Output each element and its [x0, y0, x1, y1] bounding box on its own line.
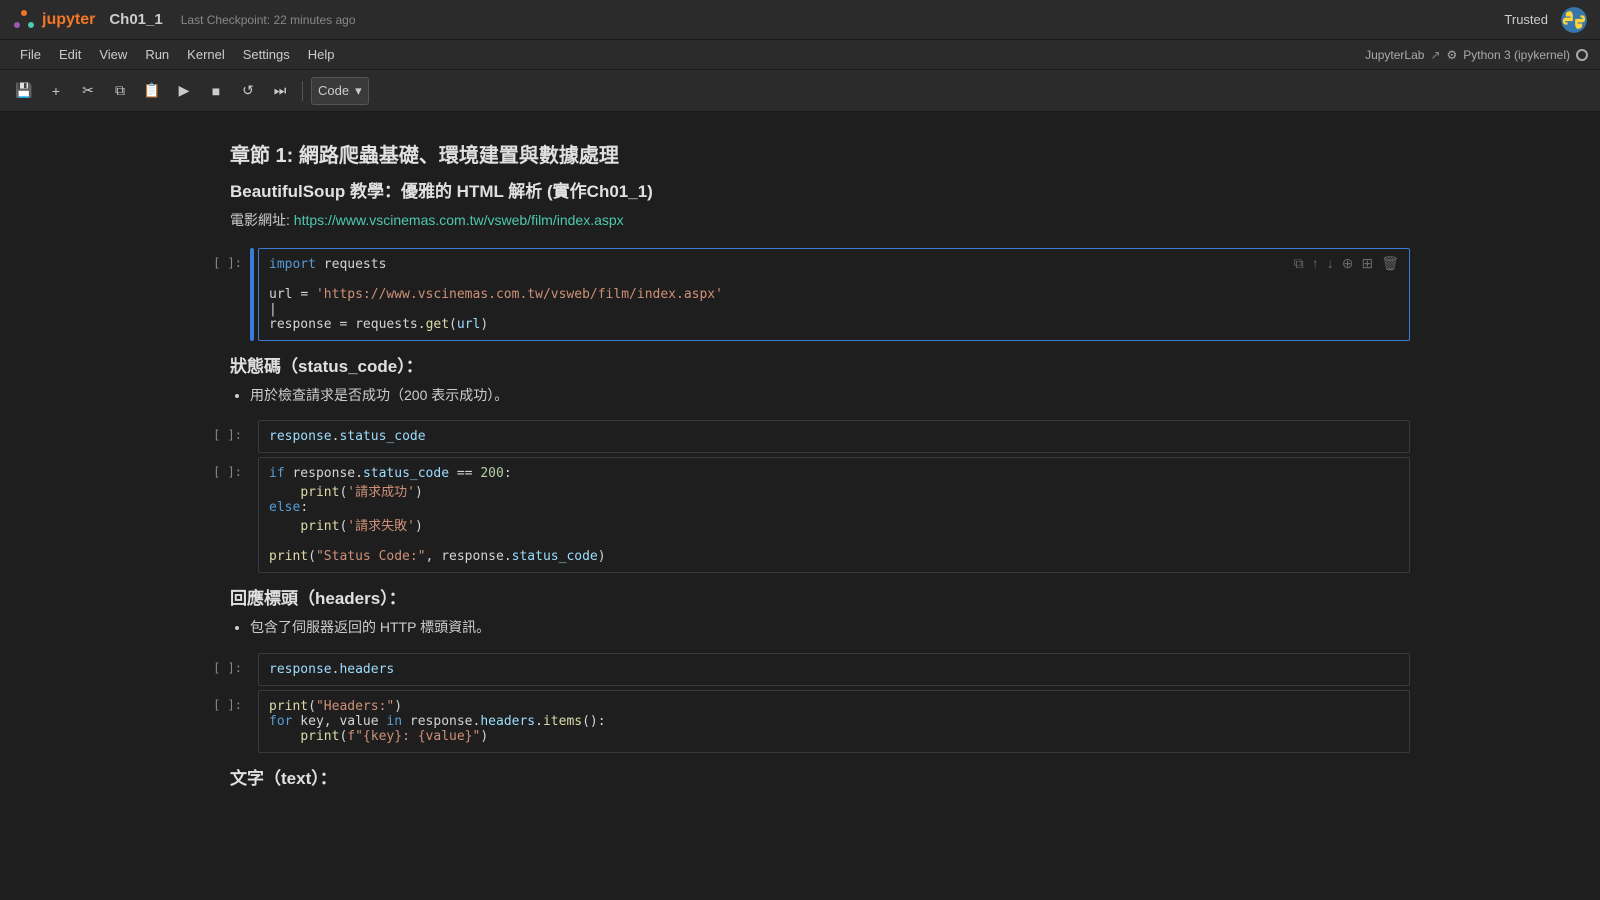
markdown-cell-heading: 章節 1: 網路爬蟲基礎、環境建置與數據處理 BeautifulSoup 教學：… [170, 132, 1430, 244]
add-above-btn[interactable]: ⊕ [1340, 253, 1356, 274]
code-cell-3: [ ]: if response.status_code == 200: pri… [170, 457, 1430, 573]
section2-title: 回應標頭（headers）： [230, 585, 1410, 612]
code-editor-3[interactable]: if response.status_code == 200: print('請… [258, 457, 1410, 573]
copy-cell-btn[interactable]: ⧉ [1292, 253, 1306, 274]
url-link[interactable]: https://www.vscinemas.com.tw/vsweb/film/… [294, 212, 624, 228]
copy-button[interactable]: ⧉ [106, 77, 134, 105]
external-link-icon: ↗ [1430, 48, 1440, 62]
restart-button[interactable]: ↺ [234, 77, 262, 105]
notebook-area: 章節 1: 網路爬蟲基礎、環境建置與數據處理 BeautifulSoup 教學：… [0, 112, 1600, 900]
checkpoint-info: Last Checkpoint: 22 minutes ago [181, 13, 356, 27]
menu-edit[interactable]: Edit [51, 45, 89, 64]
python-icon [1560, 6, 1588, 34]
section3-title: 文字（text）： [230, 765, 1410, 792]
menu-file[interactable]: File [12, 45, 49, 64]
cell-toolbar-1: ⧉ ↑ ↓ ⊕ ⊞ 🗑 [1292, 253, 1401, 274]
dropdown-arrow-icon: ▾ [355, 83, 362, 99]
url-label: 電影網址: [230, 212, 290, 228]
markdown-cell-text: 文字（text）： [170, 757, 1430, 804]
add-below-btn[interactable]: ⊞ [1359, 253, 1375, 274]
cell-type-label: Code [318, 83, 349, 98]
code-editor-1[interactable]: ⧉ ↑ ↓ ⊕ ⊞ 🗑 import requests url = 'https… [258, 248, 1410, 341]
cell-prompt-5: [ ]: [190, 690, 250, 753]
cell-prompt-4: [ ]: [190, 653, 250, 686]
markdown-cell-status: 狀態碼（status_code）： 用於檢查請求是否成功（200 表示成功）。 [170, 345, 1430, 417]
restart-run-button[interactable]: ⏭ [266, 77, 294, 105]
toolbar-divider [302, 81, 303, 101]
section2-bullet: 包含了伺服器返回的 HTTP 標頭資訊。 [250, 616, 1410, 638]
jupyter-text: jupyter [42, 11, 95, 29]
cell-prompt-3: [ ]: [190, 457, 250, 573]
delete-cell-btn[interactable]: 🗑 [1379, 253, 1401, 274]
cell-left-bar-3 [250, 457, 254, 573]
menu-settings[interactable]: Settings [235, 45, 298, 64]
stop-button[interactable]: ■ [202, 77, 230, 105]
code-cell-2: [ ]: response.status_code [170, 420, 1430, 453]
cell-left-bar-1 [250, 248, 254, 341]
jupyterlab-label: JupyterLab [1365, 48, 1424, 62]
notebook-title: Ch01_1 [109, 11, 162, 28]
paste-button[interactable]: 📋 [138, 77, 166, 105]
menu-kernel[interactable]: Kernel [179, 45, 233, 64]
kernel-info: JupyterLab ↗ ⚙ Python 3 (ipykernel) [1365, 48, 1588, 62]
kernel-status-circle [1576, 49, 1588, 61]
move-down-btn[interactable]: ↓ [1325, 253, 1336, 274]
move-up-btn[interactable]: ↑ [1310, 253, 1321, 274]
menu-bar: File Edit View Run Kernel Settings Help … [0, 40, 1600, 70]
menu-view[interactable]: View [91, 45, 135, 64]
cut-button[interactable]: ✂ [74, 77, 102, 105]
jupyter-logo: jupyter [12, 8, 95, 32]
top-bar: jupyter Ch01_1 Last Checkpoint: 22 minut… [0, 0, 1600, 40]
section1-title: 狀態碼（status_code）： [230, 353, 1410, 380]
menu-help[interactable]: Help [300, 45, 343, 64]
url-line: 電影網址: https://www.vscinemas.com.tw/vsweb… [230, 209, 1410, 231]
cell-type-dropdown[interactable]: Code ▾ [311, 77, 369, 105]
code-cell-4: [ ]: response.headers [170, 653, 1430, 686]
jupyter-logo-icon [12, 8, 36, 32]
code-editor-5[interactable]: print("Headers:") for key, value in resp… [258, 690, 1410, 753]
menu-run[interactable]: Run [137, 45, 177, 64]
trusted-label: Trusted [1504, 12, 1548, 27]
toolbar: 💾 + ✂ ⧉ 📋 ▶ ■ ↺ ⏭ Code ▾ [0, 70, 1600, 112]
toolbar-right: JupyterLab ↗ ⚙ Python 3 (ipykernel) [1365, 48, 1588, 62]
save-button[interactable]: 💾 [10, 77, 38, 105]
cell-prompt-1: [ ]: [190, 248, 250, 341]
heading1: 章節 1: 網路爬蟲基礎、環境建置與數據處理 [230, 140, 1410, 172]
cell-prompt-2: [ ]: [190, 420, 250, 453]
top-bar-right: Trusted [1504, 6, 1588, 34]
code-editor-2[interactable]: response.status_code [258, 420, 1410, 453]
add-cell-button[interactable]: + [42, 77, 70, 105]
kernel-label: Python 3 (ipykernel) [1463, 48, 1570, 62]
cell-left-bar-4 [250, 653, 254, 686]
code-editor-4[interactable]: response.headers [258, 653, 1410, 686]
settings-icon: ⚙ [1447, 48, 1458, 62]
code-cell-5: [ ]: print("Headers:") for key, value in… [170, 690, 1430, 753]
heading2: BeautifulSoup 教學：優雅的 HTML 解析 (實作Ch01_1) [230, 178, 1410, 205]
markdown-cell-headers: 回應標頭（headers）： 包含了伺服器返回的 HTTP 標頭資訊。 [170, 577, 1430, 649]
run-button[interactable]: ▶ [170, 77, 198, 105]
code-cell-1: [ ]: ⧉ ↑ ↓ ⊕ ⊞ 🗑 import requests url = '… [170, 248, 1430, 341]
cell-left-bar-2 [250, 420, 254, 453]
section1-bullet: 用於檢查請求是否成功（200 表示成功）。 [250, 384, 1410, 406]
cell-container: 章節 1: 網路爬蟲基礎、環境建置與數據處理 BeautifulSoup 教學：… [150, 132, 1450, 804]
cell-left-bar-5 [250, 690, 254, 753]
